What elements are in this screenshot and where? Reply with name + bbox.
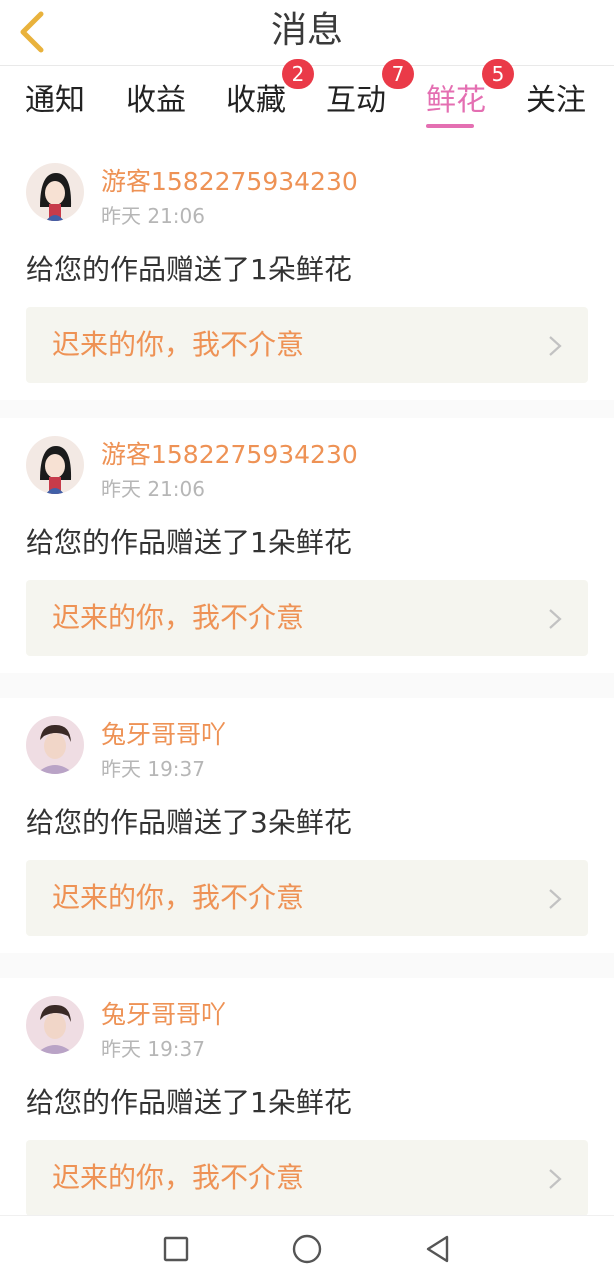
unread-badge: 5 (482, 59, 514, 89)
chevron-right-icon (549, 336, 562, 356)
chevron-right-icon (549, 889, 562, 909)
tab-follow[interactable]: 关注 (526, 81, 586, 125)
username[interactable]: 兔牙哥哥吖 (101, 718, 226, 752)
tab-interaction[interactable]: 互动 7 (326, 59, 414, 125)
tab-notice[interactable]: 通知 (25, 81, 85, 125)
work-link[interactable]: 迟来的你，我不介意 (26, 860, 588, 936)
message-card: 兔牙哥哥吖 昨天 19:37 给您的作品赠送了1朵鲜花 迟来的你，我不介意 (0, 978, 614, 1215)
timestamp: 昨天 21:06 (101, 204, 205, 228)
tab-favorites[interactable]: 收藏 2 (226, 59, 314, 125)
top-bar: 消息 (0, 0, 614, 66)
system-nav-bar (0, 1215, 614, 1280)
username[interactable]: 游客1582275934230 (101, 438, 358, 472)
timestamp: 昨天 21:06 (101, 477, 205, 501)
tab-label: 通知 (25, 83, 85, 118)
work-link[interactable]: 迟来的你，我不介意 (26, 580, 588, 656)
chevron-right-icon (549, 1169, 562, 1189)
chevron-right-icon (549, 609, 562, 629)
timestamp: 昨天 19:37 (101, 1037, 205, 1061)
tab-earnings[interactable]: 收益 (126, 81, 186, 125)
square-icon (163, 1236, 189, 1262)
message-card: 兔牙哥哥吖 昨天 19:37 给您的作品赠送了3朵鲜花 迟来的你，我不介意 (0, 698, 614, 953)
work-title: 迟来的你，我不介意 (52, 1161, 305, 1194)
message-card: 游客1582275934230 昨天 21:06 给您的作品赠送了1朵鲜花 迟来… (0, 418, 614, 673)
work-title: 迟来的你，我不介意 (52, 881, 305, 914)
tab-label: 收藏 (226, 83, 286, 118)
message-text: 给您的作品赠送了1朵鲜花 (26, 1086, 352, 1119)
tab-flowers[interactable]: 鲜花 5 (426, 59, 514, 125)
username[interactable]: 游客1582275934230 (101, 165, 358, 199)
work-link[interactable]: 迟来的你，我不介意 (26, 1140, 588, 1215)
avatar[interactable] (26, 163, 84, 221)
unread-badge: 7 (382, 59, 414, 89)
message-text: 给您的作品赠送了3朵鲜花 (26, 806, 352, 839)
page-title: 消息 (270, 10, 343, 51)
message-text: 给您的作品赠送了1朵鲜花 (26, 253, 352, 286)
recents-button[interactable] (159, 1232, 193, 1266)
tab-label: 收益 (126, 83, 186, 118)
avatar[interactable] (26, 716, 84, 774)
message-list[interactable]: 游客1582275934230 昨天 21:06 给您的作品赠送了1朵鲜花 迟来… (0, 145, 614, 1215)
tab-label: 关注 (526, 83, 586, 118)
username[interactable]: 兔牙哥哥吖 (101, 998, 226, 1032)
triangle-back-icon (426, 1235, 449, 1263)
work-link[interactable]: 迟来的你，我不介意 (26, 307, 588, 383)
tab-label: 互动 (326, 83, 386, 118)
active-tab-indicator (426, 124, 474, 128)
unread-badge: 2 (282, 59, 314, 89)
work-title: 迟来的你，我不介意 (52, 601, 305, 634)
avatar[interactable] (26, 996, 84, 1054)
work-title: 迟来的你，我不介意 (52, 328, 305, 361)
message-text: 给您的作品赠送了1朵鲜花 (26, 526, 352, 559)
tab-label: 鲜花 (426, 83, 486, 118)
circle-icon (292, 1234, 322, 1264)
tab-bar: 通知 收益 收藏 2 互动 7 鲜花 5 关注 (0, 59, 614, 145)
message-card: 游客1582275934230 昨天 21:06 给您的作品赠送了1朵鲜花 迟来… (0, 145, 614, 400)
timestamp: 昨天 19:37 (101, 757, 205, 781)
back-nav-button[interactable] (421, 1232, 455, 1266)
avatar[interactable] (26, 436, 84, 494)
home-button[interactable] (290, 1232, 324, 1266)
